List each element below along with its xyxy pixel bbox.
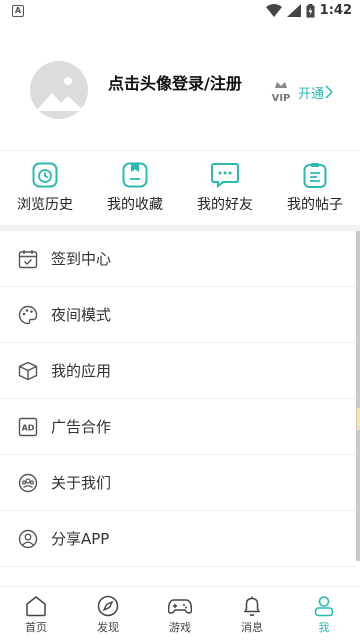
bottom-tab-bar: 首页 发现 游戏 消息 我 xyxy=(0,586,360,640)
battery-icon xyxy=(306,3,315,17)
profile-header: 点击头像登录/注册 VIP 开通 xyxy=(0,24,360,150)
ad-icon: AD xyxy=(18,417,38,437)
tab-messages[interactable]: 消息 xyxy=(216,587,288,640)
menu-item-my-apps[interactable]: 我的应用 xyxy=(0,343,356,399)
quick-action-label: 浏览历史 xyxy=(17,197,73,213)
chevron-right-icon xyxy=(325,85,334,99)
scrollbar[interactable] xyxy=(356,231,360,561)
tab-label: 首页 xyxy=(25,621,47,634)
menu-item-label: 广告合作 xyxy=(51,418,112,436)
quick-actions: 浏览历史 我的收藏 我的好友 我的帖子 xyxy=(0,151,360,225)
quick-action-history[interactable]: 浏览历史 xyxy=(0,151,90,225)
tab-label: 我 xyxy=(318,621,330,634)
tab-label: 发现 xyxy=(97,621,119,634)
tab-label: 消息 xyxy=(241,621,263,634)
tab-discover[interactable]: 发现 xyxy=(72,587,144,640)
quick-action-favorites[interactable]: 我的收藏 xyxy=(90,151,180,225)
quick-action-friends[interactable]: 我的好友 xyxy=(180,151,270,225)
group-icon xyxy=(18,473,38,493)
vip-open-button[interactable]: VIP 开通 xyxy=(266,80,334,104)
calendar-check-icon xyxy=(18,249,38,269)
menu-item-label: 我的应用 xyxy=(51,362,112,380)
status-time: 1:42 xyxy=(319,3,352,18)
quick-action-label: 我的收藏 xyxy=(107,197,163,213)
quick-action-label: 我的好友 xyxy=(197,197,253,213)
home-icon xyxy=(26,596,46,617)
menu-item-ad-cooperation[interactable]: AD 广告合作 xyxy=(0,399,356,455)
menu-item-label: 分享APP xyxy=(51,530,110,548)
menu-item-share-app[interactable]: 分享APP xyxy=(0,511,356,567)
quick-action-label: 我的帖子 xyxy=(287,197,343,213)
wifi-icon xyxy=(265,4,282,17)
palette-icon xyxy=(18,305,38,325)
settings-menu: 签到中心 夜间模式 我的应用 AD 广告合作 关于我们 分享APP xyxy=(0,231,356,567)
notification-icon: A xyxy=(12,5,24,17)
tab-home[interactable]: 首页 xyxy=(0,587,72,640)
ad-icon-text: AD xyxy=(22,423,35,432)
menu-item-label: 签到中心 xyxy=(51,250,112,268)
favorites-icon xyxy=(122,162,148,188)
menu-item-label: 夜间模式 xyxy=(51,306,112,324)
quick-action-posts[interactable]: 我的帖子 xyxy=(270,151,360,225)
menu-item-checkin[interactable]: 签到中心 xyxy=(0,231,356,287)
posts-icon xyxy=(303,163,327,188)
bell-icon xyxy=(243,596,261,616)
tab-games[interactable]: 游戏 xyxy=(144,587,216,640)
vip-open-label: 开通 xyxy=(297,86,324,102)
signal-icon xyxy=(286,4,301,17)
person-icon xyxy=(314,596,334,617)
menu-item-night-mode[interactable]: 夜间模式 xyxy=(0,287,356,343)
login-register-link[interactable]: 点击头像登录/注册 xyxy=(108,70,242,94)
status-bar: A 1:42 xyxy=(0,0,360,24)
vip-text: VIP xyxy=(272,93,291,104)
tab-me[interactable]: 我 xyxy=(288,587,360,640)
friends-icon xyxy=(211,163,239,188)
avatar[interactable] xyxy=(30,61,88,119)
menu-item-label: 关于我们 xyxy=(51,474,112,492)
history-icon xyxy=(32,162,58,188)
user-circle-icon xyxy=(18,529,38,549)
tab-label: 游戏 xyxy=(169,621,191,634)
compass-icon xyxy=(97,595,119,617)
gamepad-icon xyxy=(168,599,192,614)
menu-item-about-us[interactable]: 关于我们 xyxy=(0,455,356,511)
avatar-placeholder-icon xyxy=(30,61,88,119)
box-icon xyxy=(18,361,38,381)
vip-crown-icon: VIP xyxy=(266,80,296,104)
